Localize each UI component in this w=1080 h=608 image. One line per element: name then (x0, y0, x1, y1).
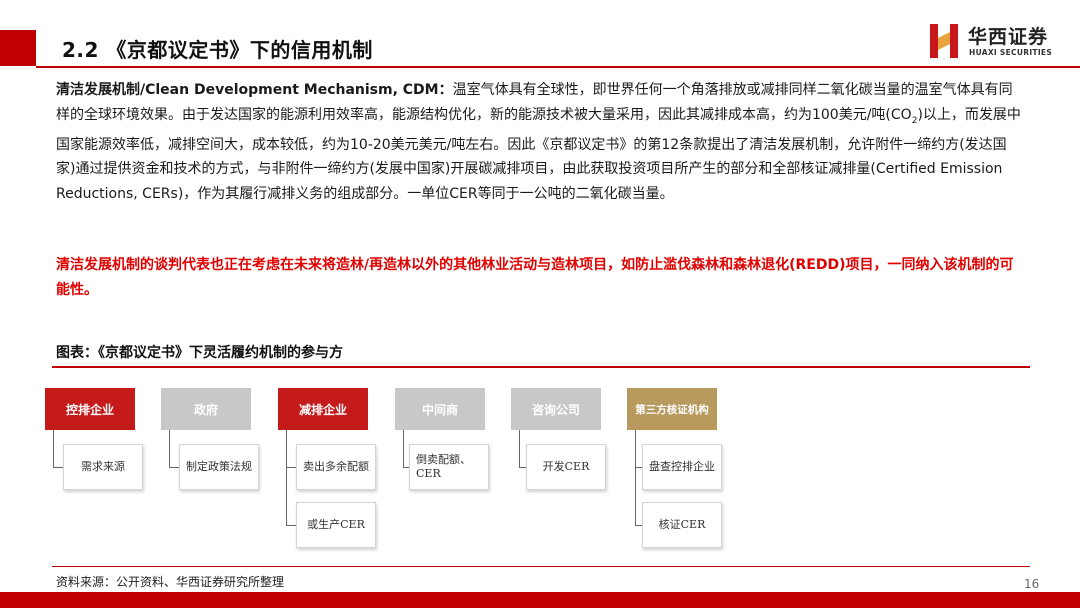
participant-role-box: 需求来源 (63, 444, 143, 490)
participant-role-box: 卖出多余配额 (296, 444, 376, 490)
participant-header-reducers: 减排企业 (278, 388, 368, 430)
footer-accent-bar (0, 592, 1080, 608)
participant-header-brokers: 中间商 (395, 388, 485, 430)
participant-header-consultants: 咨询公司 (511, 388, 601, 430)
cdm-paragraph: 清洁发展机制/Clean Development Mechanism, CDM：… (56, 78, 1026, 206)
figure-title: 图表：《京都议定书》下灵活履约机制的参与方 (56, 345, 343, 361)
company-logo: 华西证券 HUAXI SECURITIES (928, 20, 1068, 64)
huaxi-logo-icon (930, 24, 958, 58)
participant-role-box: 制定政策法规 (179, 444, 259, 490)
participant-role-box: 开发CER (526, 444, 606, 490)
page-title: 2.2 《京都议定书》下的信用机制 (62, 38, 373, 62)
title-accent-block (0, 30, 36, 66)
figure-divider (52, 366, 1030, 368)
title-divider (36, 66, 1080, 68)
participant-role-box: 倒卖配额、CER (409, 444, 489, 490)
participant-header-government: 政府 (161, 388, 251, 430)
cdm-lead: 清洁发展机制/Clean Development Mechanism, CDM： (56, 82, 453, 98)
page-number: 16 (1024, 577, 1040, 591)
participant-role-box: 盘查控排企业 (642, 444, 722, 490)
redd-note: 清洁发展机制的谈判代表也正在考虑在未来将造林/再造林以外的其他林业活动与造林项目… (56, 257, 1014, 298)
logo-chinese-name: 华西证券 (968, 26, 1049, 48)
participant-header-verifiers: 第三方核证机构 (627, 388, 717, 430)
participant-role-box: 核证CER (642, 502, 722, 548)
footer-divider (52, 566, 1030, 567)
source-note: 资料来源：公开资料、华西证券研究所整理 (56, 575, 285, 589)
participant-header-emitters: 控排企业 (45, 388, 135, 430)
logo-english-name: HUAXI SECURITIES (969, 48, 1053, 57)
participant-role-box: 或生产CER (296, 502, 376, 548)
